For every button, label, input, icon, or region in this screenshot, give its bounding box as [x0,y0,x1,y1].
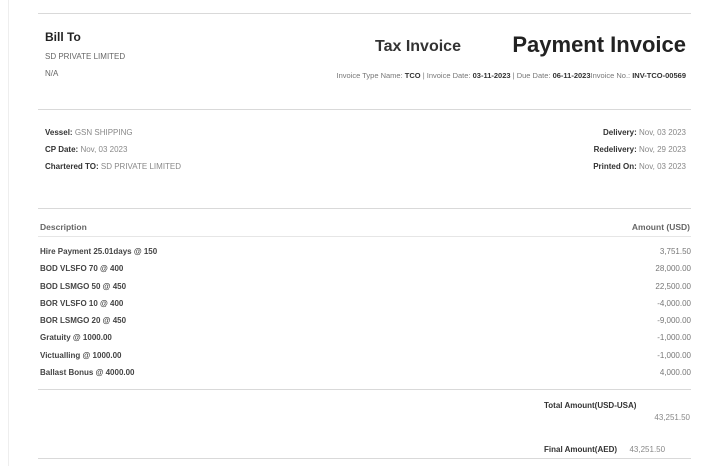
table-row: Hire Payment 25.01days @ 150 3,751.50 [38,247,691,264]
info-divider [38,208,691,209]
invoice-type-value: TCO [404,71,421,80]
final-amount-value: 43,251.50 [629,445,666,454]
redelivery-label: Redelivery: [593,145,637,154]
invoice-no-value: INV-TCO-00569 [632,71,686,80]
bill-to-title: Bill To [45,30,81,44]
row-amount: -9,000.00 [657,316,691,326]
table-row: Ballast Bonus @ 4000.00 4,000.00 [38,368,691,385]
row-amount: -1,000.00 [657,333,691,343]
total-amount-label: Total Amount(USD-USA) [544,401,637,410]
vessel-line: Vessel: GSN SHIPPING [45,128,133,137]
row-description: BOD VLSFO 70 @ 400 [40,264,124,274]
line-items-table: Hire Payment 25.01days @ 150 3,751.50 BOD … [38,247,691,385]
bill-to-company: SD PRIVATE LIMITED [45,52,126,61]
row-description: Gratuity @ 1000.00 [40,333,112,343]
amount-header: Amount (USD) [631,222,690,232]
final-amount-label: Final Amount(AED) [544,445,618,454]
delivery-value: Nov, 03 2023 [639,128,686,137]
table-row: Gratuity @ 1000.00 -1,000.00 [38,333,691,350]
invoice-no-label: Invoice No.: [590,71,631,80]
left-frame-line [8,0,9,466]
table-row: Victualling @ 1000.00 -1,000.00 [38,351,691,368]
description-header: Description [40,222,87,232]
row-description: Hire Payment 25.01days @ 150 [40,247,158,256]
table-row: BOR VLSFO 10 @ 400 -4,000.00 [38,299,691,316]
top-divider [38,13,691,14]
chartered-line: Chartered TO: SD PRIVATE LIMITED [45,162,181,171]
row-amount: -1,000.00 [657,350,691,360]
invoice-date-label: | Invoice Date: [422,71,471,80]
invoice-type-label: Invoice Type Name: [336,71,403,80]
row-amount: 28,000.00 [655,264,691,274]
row-amount: 4,000.00 [659,368,691,378]
cp-date-label: CP Date: [45,145,79,154]
payment-invoice-title: Payment Invoice [512,32,686,57]
invoice-page: Bill To SD PRIVATE LIMITED N/A Tax Invoi… [0,0,722,466]
table-row: BOD VLSFO 70 @ 400 28,000.00 [38,264,691,281]
bottom-divider [38,458,691,459]
row-description: Victualling @ 1000.00 [40,350,122,360]
due-date-label: | Due Date: [512,71,551,80]
final-amount-line: Final Amount(AED) 43,251.50 [544,439,665,457]
invoice-date-value: 03-11-2023 [472,71,511,80]
tax-invoice-title: Tax Invoice [375,38,461,55]
bill-to-address: N/A [45,69,59,78]
row-amount: 3,751.50 [659,247,691,256]
due-date-value: 06-11-2023 [552,71,591,80]
delivery-label: Delivery: [602,128,637,137]
cp-date-line: CP Date: Nov, 03 2023 [45,145,127,154]
printed-on-line: Printed On: Nov, 03 2023 [593,162,686,171]
printed-on-label: Printed On: [593,162,637,171]
row-description: Ballast Bonus @ 4000.00 [40,368,135,378]
row-description: BOR LSMGO 20 @ 450 [40,316,127,326]
invoice-meta-line: Invoice Type Name: TCO | Invoice Date: 0… [337,71,686,80]
table-row: BOD LSMGO 50 @ 450 22,500.00 [38,282,691,299]
vessel-value: GSN SHIPPING [74,128,133,137]
chartered-label: Chartered TO: [45,162,99,171]
cp-date-value: Nov, 03 2023 [80,145,128,154]
redelivery-line: Redelivery: Nov, 29 2023 [594,145,686,154]
table-row: BOR LSMGO 20 @ 450 -9,000.00 [38,316,691,333]
redelivery-value: Nov, 29 2023 [639,145,686,154]
chartered-value: SD PRIVATE LIMITED [100,162,182,171]
header-divider [38,109,691,110]
items-divider [38,389,691,390]
row-amount: 22,500.00 [655,281,691,291]
total-amount-value: 43,251.50 [654,413,690,422]
row-description: BOD LSMGO 50 @ 450 [40,281,127,291]
printed-on-value: Nov, 03 2023 [639,162,686,171]
delivery-line: Delivery: Nov, 03 2023 [603,128,686,137]
row-description: BOR VLSFO 10 @ 400 [40,298,124,308]
table-header-divider [38,236,691,237]
vessel-label: Vessel: [45,128,73,137]
row-amount: -4,000.00 [657,298,691,308]
